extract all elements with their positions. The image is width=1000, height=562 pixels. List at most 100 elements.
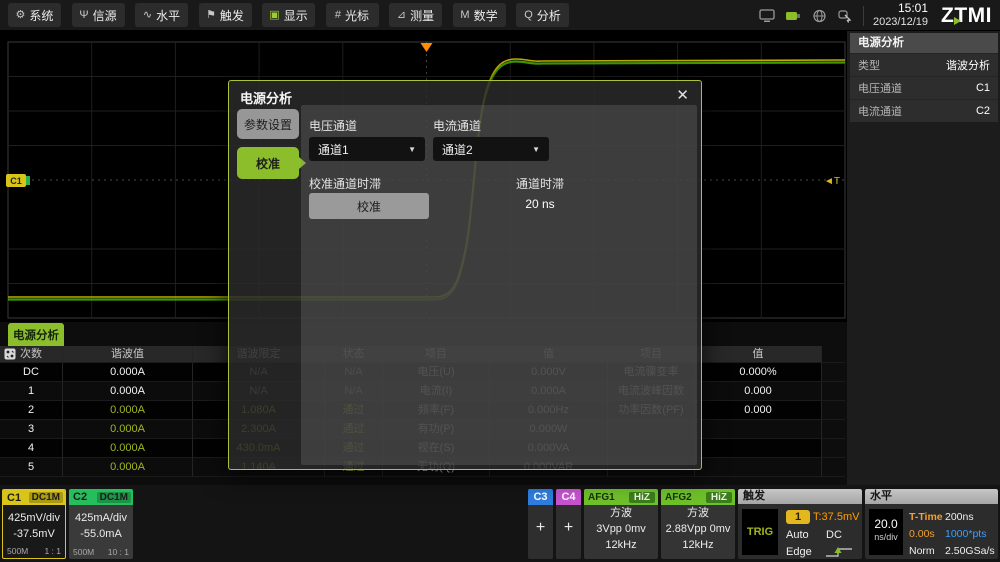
- impedance-badge: HiZ: [628, 491, 655, 503]
- menu-label: 触发: [219, 8, 244, 23]
- coupling-badge: DC1M: [28, 492, 63, 503]
- channel-scale: 425mA/div: [75, 512, 127, 524]
- trigger-panel[interactable]: 触发 TRIG 1 T:37.5mV Auto DC Edge: [738, 489, 862, 559]
- menu-cursor-button[interactable]: # 光标: [325, 3, 379, 27]
- menu-system-button[interactable]: ⚙ 系统: [8, 3, 61, 27]
- divider: [862, 5, 864, 26]
- results-tab-power-analysis[interactable]: 电源分析: [8, 323, 64, 346]
- info-row-voltage-channel[interactable]: 电压通道 C1: [850, 76, 998, 99]
- acquisition-mode: Norm: [909, 545, 935, 557]
- channel-scale: 425mV/div: [8, 512, 60, 524]
- menu-display-button[interactable]: ▣ 显示: [262, 3, 315, 27]
- bandwidth: 500M: [7, 546, 29, 556]
- afg-waveform: 方波: [687, 507, 709, 519]
- channel-c2-box[interactable]: C2 DC1M 425mA/div -55.0mA 500M 10 : 1: [69, 489, 133, 559]
- add-channel-button[interactable]: +: [556, 519, 581, 537]
- power-analysis-info-panel: 电源分析 类型 谐波分析 电压通道 C1 电流通道 C2: [850, 33, 998, 122]
- voltage-channel-label: 电压通道: [309, 119, 358, 133]
- display-icon: ▣: [269, 8, 280, 21]
- info-label: 类型: [858, 60, 880, 72]
- trigger-source-badge: 1: [786, 510, 810, 524]
- afg2-box[interactable]: AFG2 HiZ 方波 2.88Vpp 0mv 12kHz: [661, 489, 735, 559]
- info-row-type[interactable]: 类型 谐波分析: [850, 53, 998, 76]
- wave-icon: ∿: [142, 8, 153, 21]
- dialog-title: 电源分析: [240, 91, 293, 106]
- channel-c4-box[interactable]: C4 +: [556, 489, 581, 559]
- current-channel-select[interactable]: 通道2 ▼: [433, 137, 549, 161]
- cursor-grid-icon: #: [334, 8, 342, 21]
- channel-name: C1: [7, 491, 22, 504]
- usb-drive-icon[interactable]: [785, 8, 802, 23]
- touch-icon[interactable]: [837, 8, 854, 23]
- afg-frequency: 12kHz: [682, 539, 714, 551]
- info-label: 电压通道: [858, 83, 902, 95]
- trigger-level-marker[interactable]: ◄T: [824, 176, 840, 187]
- timebase-value: 20.0: [874, 517, 898, 531]
- channel-offset: -55.0mA: [80, 528, 122, 540]
- menu-label: 数学: [473, 8, 498, 23]
- info-value: C2: [975, 105, 990, 117]
- deskew-value: 20 ns: [525, 197, 555, 211]
- trigger-coupling: DC: [826, 529, 842, 541]
- trigger-mode: Auto: [786, 529, 809, 541]
- current-channel-label: 电流通道: [433, 119, 482, 133]
- menu-math-button[interactable]: M 数学: [452, 3, 506, 27]
- menu-label: 测量: [410, 8, 435, 23]
- menu-horizontal-button[interactable]: ∿ 水平: [135, 3, 188, 27]
- deskew-calibrate-label: 校准通道时滞: [309, 177, 382, 191]
- menu-measure-button[interactable]: ⊿ 测量: [389, 3, 442, 27]
- close-icon[interactable]: ✕: [676, 86, 689, 104]
- channel-c3-box[interactable]: C3 +: [528, 489, 553, 559]
- calibrate-button[interactable]: 校准: [309, 193, 429, 219]
- afg1-box[interactable]: AFG1 HiZ 方波 3Vpp 0mv 12kHz: [584, 489, 658, 559]
- power-analysis-dialog: 电源分析 ✕ 参数设置 校准 电压通道 通道1 ▼ 电流通道 通道2 ▼ 校准通…: [228, 80, 702, 470]
- svg-text:C1: C1: [10, 176, 22, 186]
- dialog-content: 电压通道 通道1 ▼ 电流通道 通道2 ▼ 校准通道时滞 校准 通道时滞 20 …: [301, 105, 697, 465]
- menu-trigger-button[interactable]: ⚑ 触发: [198, 3, 252, 27]
- menu-label: 光标: [345, 8, 370, 23]
- top-toolbar: ⚙ 系统 Ψ 信源 ∿ 水平 ⚑ 触发 ▣ 显示 # 光标 ⊿ 测量 M 数学 Q 分析 15:0…: [0, 0, 1000, 31]
- impedance-badge: HiZ: [705, 491, 732, 503]
- menu-source-button[interactable]: Ψ 信源: [71, 3, 125, 27]
- info-panel-title: 电源分析: [850, 33, 998, 53]
- t-time-value: 200ns: [945, 511, 974, 523]
- brand-logo: ZTMI: [937, 4, 992, 28]
- horizontal-panel[interactable]: 水平 20.0 ns/div T-Time 200ns 0.00s 1000*p…: [865, 489, 998, 559]
- timebase-box: 20.0 ns/div: [869, 509, 903, 555]
- tab-parameter-settings[interactable]: 参数设置: [237, 109, 299, 139]
- voltage-channel-select[interactable]: 通道1 ▼: [309, 137, 425, 161]
- channel-c1-box[interactable]: C1 DC1M 425mV/div -37.5mV 500M 1 : 1: [2, 489, 66, 559]
- add-channel-button[interactable]: +: [528, 519, 553, 537]
- deskew-label: 通道时滞: [515, 177, 564, 191]
- info-row-current-channel[interactable]: 电流通道 C2: [850, 99, 998, 122]
- brand-triangle-icon: [954, 16, 962, 25]
- voltage-channel-value: 通道1: [318, 142, 349, 157]
- channel-offset: -37.5mV: [13, 528, 55, 540]
- time: 15:01: [897, 1, 929, 16]
- afg-frequency: 12kHz: [605, 539, 637, 551]
- rising-edge-icon: [824, 546, 854, 559]
- probe-ratio: 1 : 1: [44, 546, 61, 556]
- menu-analyze-button[interactable]: Q 分析: [516, 3, 569, 27]
- info-value: C1: [975, 82, 990, 94]
- table-expand-icon[interactable]: [4, 348, 16, 362]
- sample-rate: 2.50GSa/s: [945, 545, 995, 557]
- timebase-unit: ns/div: [874, 532, 898, 542]
- network-icon[interactable]: [811, 8, 828, 23]
- screen-icon[interactable]: [759, 8, 776, 23]
- magnifier-icon: Q: [524, 8, 533, 21]
- channel-name: C2: [73, 491, 88, 503]
- afg-amplitude: 3Vpp 0mv: [596, 523, 646, 535]
- clock: 15:01 2023/12/19: [872, 1, 929, 29]
- channel-name: C3: [528, 489, 553, 505]
- trigger-level: T:37.5mV: [813, 511, 860, 523]
- tab-calibration[interactable]: 校准: [237, 147, 306, 179]
- channel-name: C4: [556, 489, 581, 505]
- date: 2023/12/19: [872, 16, 929, 29]
- probe-ratio: 10 : 1: [107, 547, 129, 557]
- horizontal-panel-title: 水平: [865, 489, 998, 504]
- menu-label: 显示: [283, 8, 308, 23]
- afg-amplitude: 2.88Vpp 0mv: [665, 523, 731, 535]
- t-time-label: T-Time: [909, 511, 943, 523]
- info-value: 谐波分析: [946, 60, 990, 72]
